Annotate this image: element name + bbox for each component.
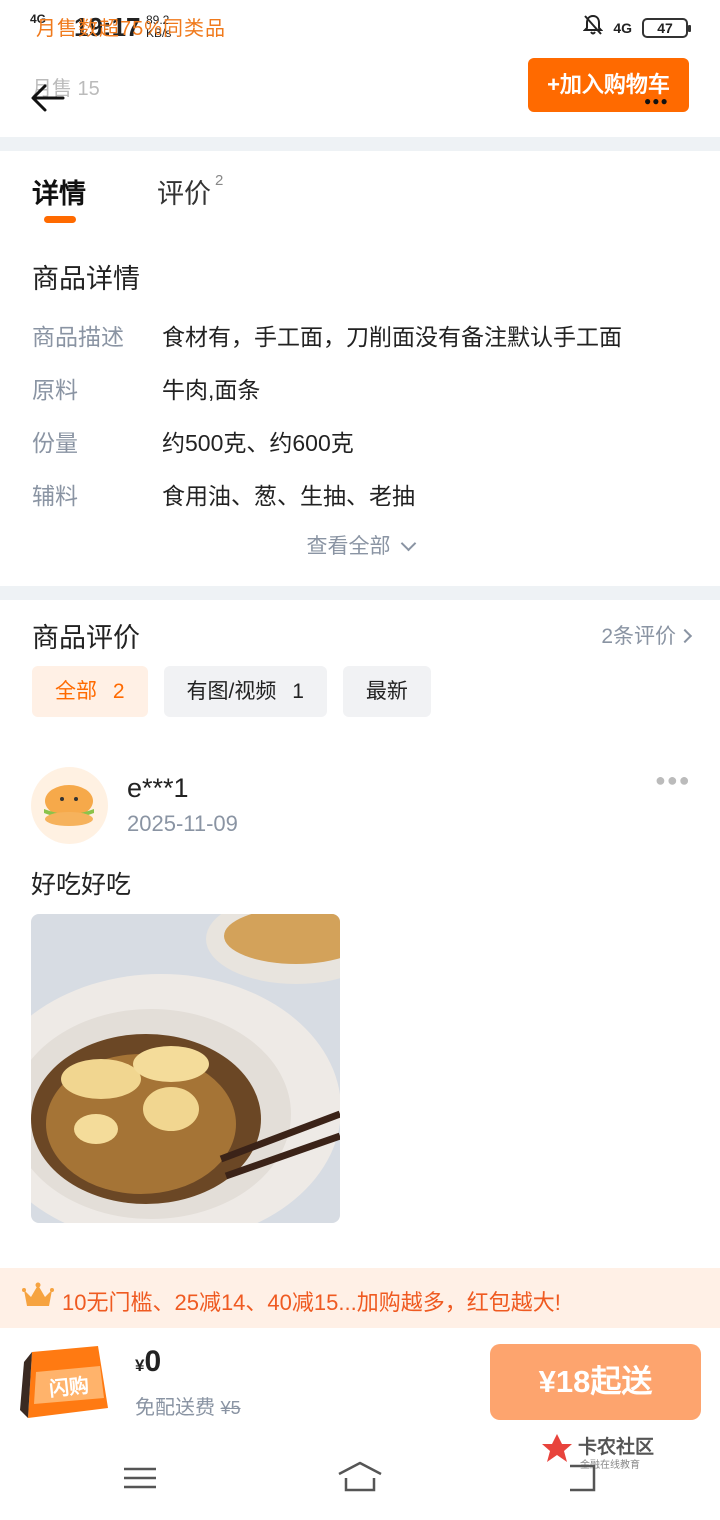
detail-row: 原料 牛肉,面条 bbox=[32, 371, 692, 411]
delivery-label: 免配送费 bbox=[135, 1397, 215, 1419]
network-type: 4G bbox=[613, 19, 632, 36]
filter-latest[interactable]: 最新 bbox=[342, 666, 431, 717]
filter-media[interactable]: 有图/视频 1 bbox=[163, 666, 327, 717]
chevron-right-icon bbox=[677, 628, 693, 644]
view-all-link[interactable]: 查看全部 bbox=[0, 530, 720, 560]
system-nav-bar bbox=[0, 1440, 720, 1520]
promo-banner[interactable]: 10无门槛、25减14、40减15...加购越多，红包越大! bbox=[0, 1268, 720, 1328]
chevron-down-icon bbox=[400, 535, 416, 552]
detail-key: 商品描述 bbox=[32, 324, 124, 350]
active-tab-indicator bbox=[44, 216, 76, 223]
filter-label: 全部 bbox=[55, 680, 97, 703]
review-photo[interactable] bbox=[31, 914, 340, 1223]
detail-key: 份量 bbox=[32, 430, 78, 456]
menu-icon[interactable] bbox=[122, 1466, 158, 1490]
detail-value: 约500克、约600克 bbox=[162, 430, 354, 456]
review-count-label: 2条评价 bbox=[601, 625, 676, 648]
review-more-icon[interactable]: ●●● bbox=[655, 770, 691, 791]
detail-key: 原料 bbox=[32, 377, 78, 403]
status-bar: 4G 19:17 89.2 KB/s 月售数超75%同类品 4G 47 bbox=[0, 0, 720, 50]
review-text: 好吃好吃 bbox=[31, 871, 132, 899]
review-count-link[interactable]: 2条评价 bbox=[601, 620, 693, 650]
crown-icon bbox=[22, 1282, 54, 1310]
view-all-label: 查看全部 bbox=[306, 535, 391, 558]
detail-row: 辅料 食用油、葱、生抽、老抽 bbox=[32, 477, 692, 517]
sales-rank-overlay: 月售数超75%同类品 bbox=[36, 18, 227, 40]
section-divider bbox=[0, 586, 720, 600]
cart-total: ¥0 bbox=[135, 1345, 161, 1379]
cart-total-value: 0 bbox=[144, 1345, 162, 1378]
review-date: 2025-11-09 bbox=[127, 811, 238, 836]
more-options-icon[interactable]: ●●● bbox=[644, 94, 669, 108]
avatar[interactable] bbox=[31, 767, 108, 844]
reviews-title: 商品评价 bbox=[32, 623, 140, 653]
section-divider bbox=[0, 137, 720, 151]
review-filters: 全部 2 有图/视频 1 最新 bbox=[32, 666, 431, 717]
delivery-original-fee: ¥5 bbox=[220, 1398, 241, 1418]
min-order-button[interactable]: ¥18起送 bbox=[490, 1344, 701, 1420]
filter-count: 1 bbox=[292, 680, 304, 703]
home-icon[interactable] bbox=[336, 1460, 384, 1494]
detail-row: 商品描述 食材有，手工面，刀削面没有备注默认手工面 bbox=[32, 318, 692, 358]
tab-reviews-label: 评价 bbox=[157, 179, 211, 209]
filter-label: 有图/视频 bbox=[186, 680, 277, 703]
product-details-title: 商品详情 bbox=[32, 264, 140, 294]
page-header: 月售 15 +加入购物车 ●●● bbox=[0, 50, 720, 136]
detail-value: 食用油、葱、生抽、老抽 bbox=[162, 483, 415, 509]
filter-all[interactable]: 全部 2 bbox=[32, 666, 148, 717]
tab-reviews-count: 2 bbox=[215, 172, 224, 189]
cart-bag-icon[interactable]: 闪购 bbox=[14, 1342, 116, 1420]
cart-bar: 闪购 ¥0 免配送费 ¥5 ¥18起送 bbox=[0, 1328, 720, 1428]
detail-value: 牛肉,面条 bbox=[162, 377, 261, 403]
reviewer-name: e***1 bbox=[127, 773, 189, 803]
promo-text: 10无门槛、25减14、40减15...加购越多，红包越大! bbox=[62, 1290, 561, 1315]
tab-detail[interactable]: 详情 bbox=[32, 172, 86, 211]
detail-value: 食材有，手工面，刀削面没有备注默认手工面 bbox=[162, 324, 622, 350]
bell-off-icon bbox=[582, 14, 604, 41]
filter-count: 2 bbox=[112, 680, 125, 703]
battery-icon: 47 bbox=[642, 17, 691, 38]
tab-bar: 详情 评价 2 bbox=[32, 164, 632, 234]
detail-key: 辅料 bbox=[32, 483, 78, 509]
filter-label: 最新 bbox=[365, 680, 408, 703]
tab-reviews[interactable]: 评价 2 bbox=[157, 172, 223, 211]
delivery-fee: 免配送费 ¥5 bbox=[135, 1391, 241, 1420]
system-back-icon[interactable] bbox=[566, 1464, 598, 1492]
detail-row: 份量 约500克、约600克 bbox=[32, 424, 692, 464]
back-arrow-icon[interactable] bbox=[30, 80, 66, 116]
